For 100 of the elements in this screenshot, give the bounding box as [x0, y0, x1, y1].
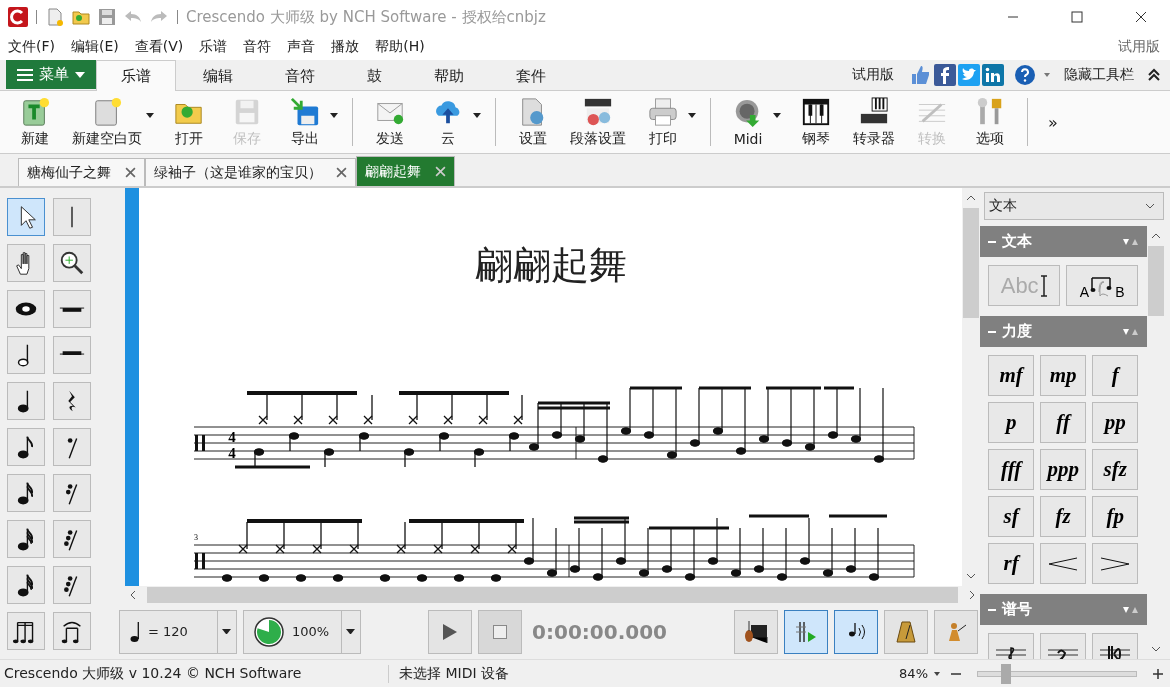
- tool-button[interactable]: [7, 612, 45, 650]
- dynamic-mark-button[interactable]: p: [988, 402, 1035, 443]
- scroll-down-icon[interactable]: [1151, 646, 1162, 652]
- dropdown-caret-icon[interactable]: [146, 112, 154, 118]
- toolbar-button[interactable]: 设置: [504, 94, 562, 150]
- menu-button[interactable]: 菜单: [6, 60, 96, 89]
- thumbs-up-icon[interactable]: [910, 64, 932, 86]
- dropdown-caret-icon[interactable]: [222, 628, 232, 635]
- ribbon-tab[interactable]: 编辑: [178, 61, 258, 90]
- toolbar-button[interactable]: 发送: [361, 94, 419, 150]
- dynamic-mark-button[interactable]: fz: [1040, 496, 1087, 537]
- toolbar-button[interactable]: 段落设置: [562, 94, 634, 150]
- menu-item[interactable]: 乐谱: [199, 38, 228, 56]
- toggle-button[interactable]: [884, 609, 929, 654]
- menu-item[interactable]: 音符: [243, 38, 272, 56]
- menu-item[interactable]: 声音: [287, 38, 316, 56]
- sort-arrows-icon[interactable]: [1123, 606, 1140, 613]
- dropdown-caret-icon[interactable]: [346, 628, 356, 635]
- tempo-dropdown[interactable]: = 120: [118, 609, 237, 654]
- dynamic-mark-button[interactable]: fff: [988, 449, 1035, 490]
- scroll-up-icon[interactable]: [966, 195, 977, 201]
- tool-button[interactable]: [7, 382, 45, 420]
- document-tab[interactable]: 糖梅仙子之舞: [18, 158, 145, 186]
- dynamic-mark-button[interactable]: fp: [1092, 496, 1139, 537]
- tool-button[interactable]: [7, 428, 45, 466]
- scroll-left-icon[interactable]: [129, 590, 136, 600]
- close-icon[interactable]: [125, 167, 136, 178]
- toggle-button[interactable]: [834, 609, 879, 654]
- panel-dropdown[interactable]: 文本: [984, 192, 1164, 220]
- section-header[interactable]: 谱号: [980, 594, 1148, 625]
- close-icon[interactable]: [336, 167, 347, 178]
- linkedin-icon[interactable]: [982, 64, 1004, 86]
- scrollbar-thumb[interactable]: [146, 587, 959, 603]
- document-tab[interactable]: 翩翩起舞: [356, 156, 455, 186]
- stop-button[interactable]: [478, 609, 523, 654]
- dynamic-mark-button[interactable]: sfz: [1092, 449, 1139, 490]
- menu-item[interactable]: 文件(F): [8, 38, 55, 56]
- tool-button[interactable]: [53, 566, 91, 604]
- toolbar-button[interactable]: 打开: [160, 94, 218, 150]
- toolbar-button[interactable]: 转录器: [845, 94, 903, 150]
- save-icon[interactable]: [97, 7, 117, 27]
- section-header[interactable]: 文本: [980, 226, 1148, 257]
- toolbar-button[interactable]: 钢琴: [787, 94, 845, 150]
- dynamic-mark-button[interactable]: sf: [988, 496, 1035, 537]
- toolbar-button[interactable]: 云: [419, 94, 477, 150]
- toolbar-button[interactable]: 导出: [276, 94, 334, 150]
- toggle-button[interactable]: [784, 609, 829, 654]
- menu-item[interactable]: 帮助(H): [375, 38, 425, 56]
- play-button[interactable]: [428, 609, 473, 654]
- tool-button[interactable]: [53, 336, 91, 374]
- crescendo-button[interactable]: [1040, 543, 1087, 584]
- toggle-button[interactable]: [734, 609, 779, 654]
- menu-item[interactable]: 编辑(E): [71, 38, 119, 56]
- tool-button[interactable]: [53, 474, 91, 512]
- toolbar-button[interactable]: 打印: [634, 94, 692, 150]
- ribbon-tab[interactable]: 鼓: [342, 61, 407, 90]
- dynamic-mark-button[interactable]: mp: [1040, 355, 1087, 396]
- ribbon-tab[interactable]: 套件: [491, 61, 571, 90]
- menu-item[interactable]: 播放: [331, 38, 360, 56]
- dynamic-mark-button[interactable]: mf: [988, 355, 1035, 396]
- decrescendo-button[interactable]: [1092, 543, 1139, 584]
- sort-arrows-icon[interactable]: [1123, 238, 1140, 245]
- dropdown-caret-icon[interactable]: [934, 671, 940, 676]
- tool-button[interactable]: [53, 612, 91, 650]
- tool-button[interactable]: [7, 336, 45, 374]
- slider-thumb[interactable]: [1001, 663, 1011, 684]
- toolbar-button[interactable]: 选项: [961, 94, 1019, 150]
- scrollbar-thumb[interactable]: [963, 208, 980, 318]
- ribbon-tab[interactable]: 乐谱: [96, 60, 176, 91]
- more-tools-button[interactable]: »: [1048, 112, 1058, 132]
- toolbar-button[interactable]: Midi: [719, 95, 777, 149]
- ribbon-tab[interactable]: 帮助: [409, 61, 489, 90]
- document-tab[interactable]: 绿袖子（这是谁家的宝贝）: [145, 158, 356, 186]
- dynamic-mark-button[interactable]: ppp: [1040, 449, 1087, 490]
- twitter-icon[interactable]: [958, 64, 980, 86]
- tool-button[interactable]: [7, 520, 45, 558]
- sort-arrows-icon[interactable]: [1123, 328, 1140, 335]
- dynamic-mark-button[interactable]: ff: [1040, 402, 1087, 443]
- dynamic-mark-button[interactable]: f: [1092, 355, 1139, 396]
- lyric-tool-button[interactable]: A B: [1066, 265, 1139, 306]
- scrollbar-thumb[interactable]: [1148, 246, 1165, 316]
- zoom-level-dropdown[interactable]: 84%: [899, 666, 928, 681]
- toggle-button[interactable]: [934, 609, 979, 654]
- tool-button[interactable]: [7, 290, 45, 328]
- tool-button[interactable]: [7, 566, 45, 604]
- tool-button[interactable]: [7, 244, 45, 282]
- tool-button[interactable]: [7, 474, 45, 512]
- toolbar-button[interactable]: 新建空白页: [64, 94, 150, 150]
- section-header[interactable]: 力度: [980, 316, 1148, 347]
- scroll-up-icon[interactable]: [1151, 233, 1162, 239]
- tool-button[interactable]: [53, 244, 91, 282]
- dropdown-caret-icon[interactable]: [330, 112, 338, 118]
- help-icon[interactable]: [1014, 64, 1036, 86]
- zoom-in-icon[interactable]: [1152, 667, 1164, 680]
- dynamic-mark-button[interactable]: pp: [1092, 402, 1139, 443]
- tool-button[interactable]: [7, 198, 45, 236]
- scroll-right-icon[interactable]: [969, 590, 976, 600]
- ribbon-tab[interactable]: 音符: [260, 61, 340, 90]
- tool-button[interactable]: [53, 290, 91, 328]
- speed-dropdown[interactable]: 100%: [242, 609, 361, 654]
